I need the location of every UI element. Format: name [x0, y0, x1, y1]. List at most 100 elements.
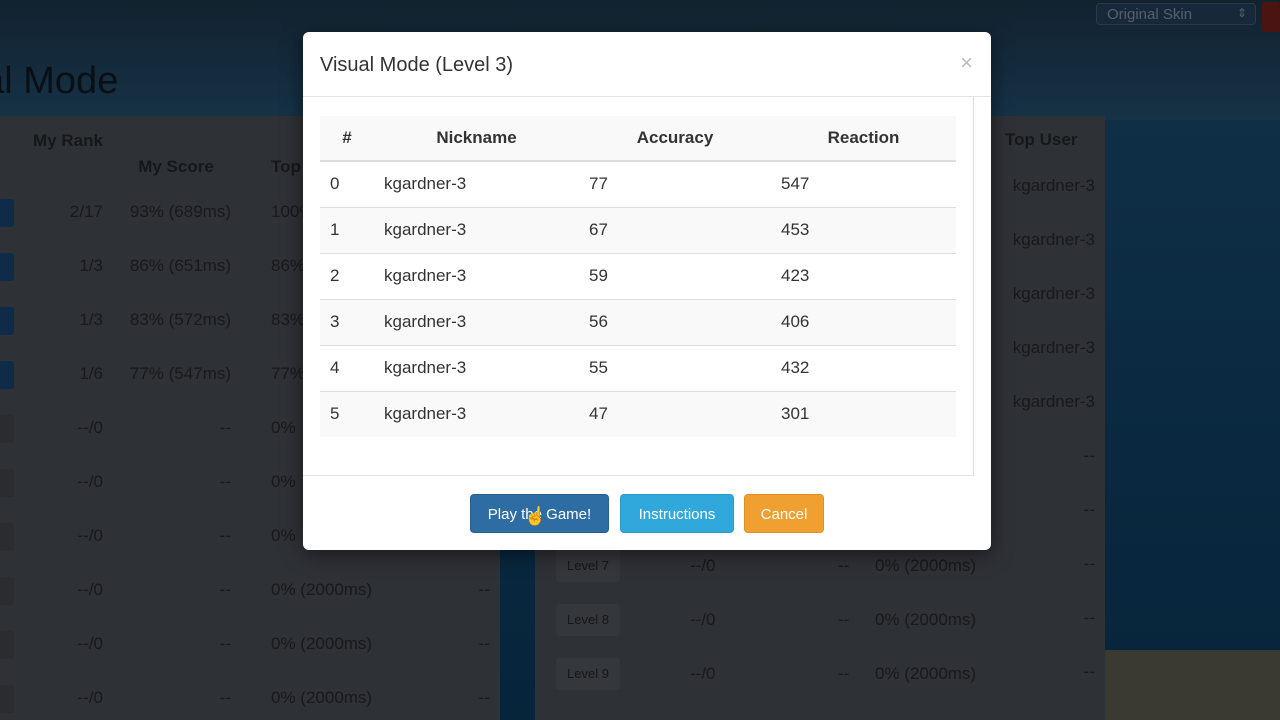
level-button[interactable]: [0, 199, 14, 227]
top-score-cell: 0%: [271, 526, 296, 545]
rank-cell: 0: [320, 160, 374, 207]
level-button[interactable]: [0, 577, 14, 605]
rank-cell: --/0: [77, 580, 104, 599]
score-cell: --: [219, 634, 231, 653]
score-cell: 93% (689ms): [129, 202, 231, 221]
reaction-cell: 547: [771, 160, 956, 207]
top-score-cell: 0% (2000ms): [271, 688, 373, 707]
rank-cell: 1: [320, 206, 374, 253]
top-score-cell: 0%: [271, 472, 296, 491]
top-score-cell: 86%: [271, 256, 306, 275]
level-button[interactable]: [0, 253, 14, 281]
reaction-cell: 301: [771, 390, 956, 437]
select-arrows-icon: ⇕: [1236, 6, 1247, 20]
top-score-cell: 0% (2000ms): [271, 580, 373, 599]
nickname-cell: kgardner-3: [374, 160, 579, 207]
rank-cell: 5: [320, 390, 374, 437]
top-score-cell: 83%: [271, 310, 306, 329]
reaction-cell: 423: [771, 252, 956, 299]
leaderboard-modal: Visual Mode (Level 3) × # Nickname Accur…: [303, 32, 991, 550]
level-button[interactable]: [0, 469, 14, 497]
accuracy-cell: 59: [579, 252, 771, 299]
level-button[interactable]: [0, 361, 14, 389]
col-nickname: Nickname: [374, 116, 579, 162]
score-cell: --: [219, 418, 231, 437]
nickname-cell: kgardner-3: [374, 206, 579, 253]
level-button[interactable]: [0, 685, 14, 713]
table-row: 1 kgardner-3 67 453: [320, 206, 956, 253]
instructions-button[interactable]: Instructions: [620, 494, 734, 533]
skin-select[interactable]: Original Skin ⇕: [1096, 3, 1256, 25]
nickname-cell: kgardner-3: [374, 298, 579, 345]
leaderboard-table: # Nickname Accuracy Reaction 0 kgardner-3…: [320, 116, 956, 437]
col-rank: #: [320, 116, 374, 162]
rank-cell: 2: [320, 252, 374, 299]
accuracy-cell: 77: [579, 160, 771, 207]
level-button[interactable]: [0, 523, 14, 551]
rank-cell: --/0: [690, 664, 716, 683]
table-row: 4 kgardner-3 55 432: [320, 344, 956, 391]
top-score-cell: 0%: [271, 418, 296, 437]
level-button[interactable]: [0, 631, 14, 659]
top-user-cell: --: [478, 688, 490, 707]
col-accuracy: Accuracy: [579, 116, 771, 162]
rank-cell: --/0: [690, 610, 716, 629]
col-reaction: Reaction: [771, 116, 956, 162]
rank-cell: 2/17: [69, 202, 103, 221]
rank-cell: --/0: [690, 556, 716, 575]
page-title: ual Mode: [0, 60, 119, 102]
score-cell: --: [219, 688, 231, 707]
top-score-cell: 0% (2000ms): [875, 610, 977, 629]
rank-cell: 4: [320, 344, 374, 391]
accuracy-cell: 47: [579, 390, 771, 437]
reaction-cell: 406: [771, 298, 956, 345]
score-cell: --: [219, 580, 231, 599]
accuracy-cell: 56: [579, 298, 771, 345]
top-score-cell: 0% (2000ms): [271, 634, 373, 653]
top-score-cell: 77%: [271, 364, 306, 383]
hand-cursor-icon: ☝: [524, 506, 547, 526]
score-cell: --: [838, 556, 850, 575]
close-icon[interactable]: ×: [960, 50, 973, 76]
skin-select-value: Original Skin: [1107, 6, 1193, 23]
accuracy-cell: 67: [579, 206, 771, 253]
table-row: 3 kgardner-3 56 406: [320, 298, 956, 345]
level-button[interactable]: [0, 415, 14, 443]
score-cell: --: [219, 526, 231, 545]
rank-cell: 3: [320, 298, 374, 345]
rank-cell: 1/3: [79, 256, 103, 275]
reaction-cell: 432: [771, 344, 956, 391]
top-score-cell: 0% (2000ms): [875, 556, 977, 575]
accuracy-cell: 55: [579, 344, 771, 391]
modal-title: Visual Mode (Level 3): [320, 54, 514, 76]
rank-cell: --/0: [77, 634, 104, 653]
divider: [303, 475, 975, 476]
level-9-button[interactable]: Level 9: [556, 658, 620, 690]
score-cell: --: [838, 610, 850, 629]
cancel-button[interactable]: Cancel: [744, 494, 824, 533]
score-cell: 83% (572ms): [129, 310, 231, 329]
rank-cell: 1/3: [79, 310, 103, 329]
table-row: 5 kgardner-3 47 301: [320, 390, 956, 437]
level-7-button[interactable]: Level 7: [556, 550, 620, 582]
rank-cell: --/0: [77, 418, 104, 437]
rank-cell: --/0: [77, 472, 104, 491]
header-my-rank: My Rank: [33, 131, 103, 150]
reaction-cell: 453: [771, 206, 956, 253]
logout-button[interactable]: [1262, 2, 1280, 32]
nickname-cell: kgardner-3: [374, 390, 579, 437]
score-cell: --: [219, 472, 231, 491]
rank-cell: 1/6: [79, 364, 103, 383]
top-score-cell: 0% (2000ms): [875, 664, 977, 683]
score-cell: --: [838, 664, 850, 683]
nickname-cell: kgardner-3: [374, 252, 579, 299]
level-8-button[interactable]: Level 8: [556, 604, 620, 636]
level-button[interactable]: [0, 307, 14, 335]
header-top: Top: [271, 157, 301, 176]
scrollbar[interactable]: [973, 97, 974, 475]
seabed: [1105, 650, 1280, 720]
rank-cell: --/0: [77, 526, 104, 545]
top-user-cell: --: [478, 634, 490, 653]
score-cell: 86% (651ms): [129, 256, 231, 275]
divider: [303, 96, 991, 97]
